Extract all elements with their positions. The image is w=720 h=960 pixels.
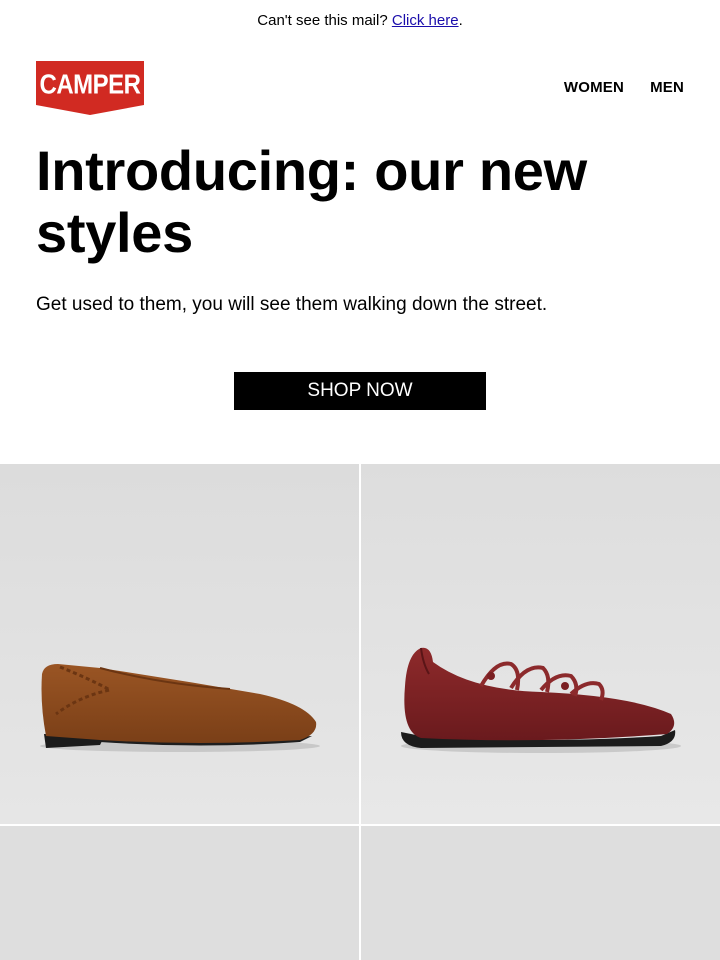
shop-now-button[interactable]: SHOP NOW <box>234 372 486 410</box>
brown-suede-flat-shoe-image <box>0 464 359 824</box>
nav-men-link[interactable]: MEN <box>650 79 684 96</box>
product-tile-2[interactable] <box>361 464 720 824</box>
view-in-browser-link[interactable]: Click here <box>392 12 459 29</box>
hero-subtitle: Get used to them, you will see them walk… <box>36 294 548 315</box>
camper-logo[interactable]: CAMPER <box>36 61 144 115</box>
product-tile-1[interactable] <box>0 464 359 824</box>
preheader-suffix: . <box>458 12 463 29</box>
preheader: Can't see this mail? Click here. <box>0 12 720 30</box>
main-nav: WOMEN MEN <box>564 79 684 96</box>
product-grid <box>0 464 720 960</box>
nav-women-link[interactable]: WOMEN <box>564 79 624 96</box>
page-title: Introducing: our new styles <box>36 139 587 264</box>
product-tile-3[interactable] <box>0 826 359 960</box>
preheader-text: Can't see this mail? <box>257 12 388 29</box>
logo-text: CAMPER <box>39 70 141 100</box>
product-image-4 <box>361 826 720 960</box>
product-image-3 <box>0 826 359 960</box>
burgundy-leather-ballerina-shoe-image <box>361 464 720 824</box>
camper-logo-graphic: CAMPER <box>36 61 144 115</box>
product-tile-4[interactable] <box>361 826 720 960</box>
